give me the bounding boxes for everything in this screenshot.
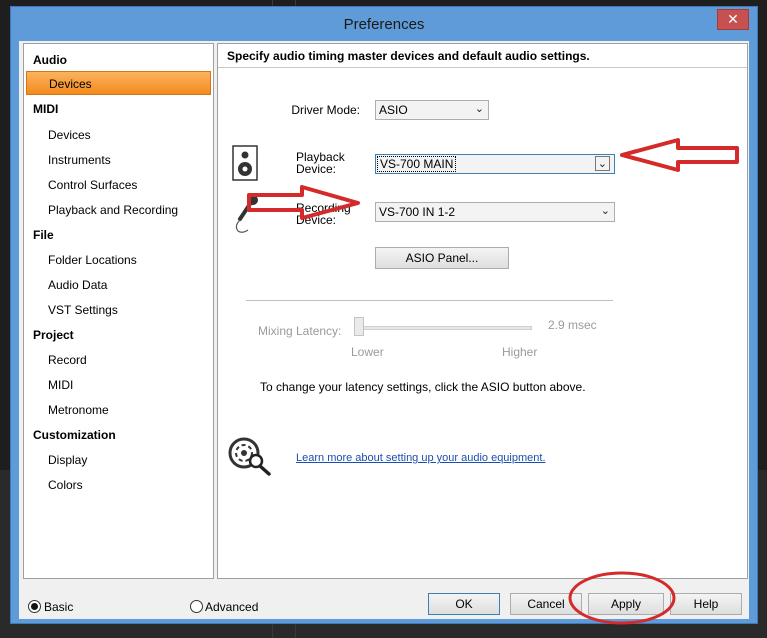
- nav-category-project[interactable]: Project: [33, 328, 74, 342]
- chevron-down-icon: ⌄: [474, 103, 484, 115]
- preferences-nav-tree: Audio Devices MIDI Devices Instruments C…: [23, 43, 214, 579]
- dialog-client-area: Audio Devices MIDI Devices Instruments C…: [19, 41, 749, 619]
- recording-device-label-line2: Device:: [296, 213, 337, 227]
- chevron-down-icon: ⌄: [600, 205, 610, 217]
- driver-mode-label: Driver Mode:: [291, 103, 360, 117]
- ok-button[interactable]: OK: [428, 593, 500, 615]
- playback-device-label: Playback Device:: [296, 151, 345, 175]
- recording-device-label: Recording Device:: [296, 202, 351, 226]
- playback-device-label-line2: Device:: [296, 162, 337, 176]
- nav-category-file[interactable]: File: [33, 228, 54, 242]
- nav-category-audio[interactable]: Audio: [33, 53, 67, 67]
- mixing-latency-track: [354, 326, 532, 330]
- nav-item-display[interactable]: Display: [48, 453, 87, 467]
- microphone-icon: [232, 194, 262, 234]
- nav-category-customization[interactable]: Customization: [33, 428, 116, 442]
- driver-mode-select[interactable]: ASIO ⌄: [375, 100, 489, 120]
- asio-panel-button[interactable]: ASIO Panel...: [375, 247, 509, 269]
- nav-item-vst-settings[interactable]: VST Settings: [48, 303, 118, 317]
- basic-mode-radio[interactable]: [28, 600, 41, 613]
- mixing-latency-label: Mixing Latency:: [258, 324, 342, 338]
- apply-button[interactable]: Apply: [588, 593, 664, 615]
- nav-item-playback-and-recording[interactable]: Playback and Recording: [48, 203, 178, 217]
- nav-item-midi-devices[interactable]: Devices: [48, 128, 91, 142]
- mixing-latency-slider: [354, 317, 364, 336]
- nav-item-audio-data[interactable]: Audio Data: [48, 278, 107, 292]
- cancel-button[interactable]: Cancel: [510, 593, 582, 615]
- help-button[interactable]: Help: [670, 593, 742, 615]
- settings-panel: Specify audio timing master devices and …: [217, 43, 748, 579]
- basic-mode-label[interactable]: Basic: [44, 600, 73, 614]
- nav-item-label: Devices: [49, 77, 92, 91]
- help-magnifier-icon: [228, 437, 274, 477]
- nav-item-colors[interactable]: Colors: [48, 478, 83, 492]
- playback-device-select[interactable]: VS-700 MAIN ⌄: [375, 154, 615, 174]
- section-divider: [246, 300, 613, 301]
- nav-item-control-surfaces[interactable]: Control Surfaces: [48, 178, 137, 192]
- panel-description: Specify audio timing master devices and …: [218, 44, 747, 68]
- nav-item-project-midi[interactable]: MIDI: [48, 378, 73, 392]
- driver-mode-value: ASIO: [379, 103, 408, 117]
- nav-item-audio-devices[interactable]: Devices: [26, 71, 211, 95]
- recording-device-value: VS-700 IN 1-2: [379, 205, 456, 219]
- mixing-latency-value: 2.9 msec: [548, 318, 597, 332]
- nav-item-metronome[interactable]: Metronome: [48, 403, 109, 417]
- preferences-dialog: Preferences ✕ Audio Devices MIDI Devices…: [10, 6, 758, 624]
- speaker-icon: [232, 145, 258, 181]
- advanced-mode-label[interactable]: Advanced: [205, 600, 258, 614]
- advanced-mode-radio[interactable]: [190, 600, 203, 613]
- latency-note: To change your latency settings, click t…: [260, 380, 586, 394]
- latency-lower-label: Lower: [351, 345, 384, 359]
- nav-item-instruments[interactable]: Instruments: [48, 153, 111, 167]
- close-button[interactable]: ✕: [717, 9, 749, 30]
- latency-higher-label: Higher: [502, 345, 538, 359]
- playback-device-value: VS-700 MAIN: [377, 156, 457, 172]
- window-title: Preferences: [343, 16, 425, 33]
- recording-device-select[interactable]: VS-700 IN 1-2 ⌄: [375, 202, 615, 222]
- title-bar[interactable]: Preferences ✕: [11, 7, 757, 41]
- chevron-down-icon: ⌄: [594, 156, 610, 171]
- nav-category-midi[interactable]: MIDI: [33, 102, 58, 116]
- nav-item-record[interactable]: Record: [48, 353, 87, 367]
- learn-more-link[interactable]: Learn more about setting up your audio e…: [296, 452, 546, 464]
- nav-item-folder-locations[interactable]: Folder Locations: [48, 253, 137, 267]
